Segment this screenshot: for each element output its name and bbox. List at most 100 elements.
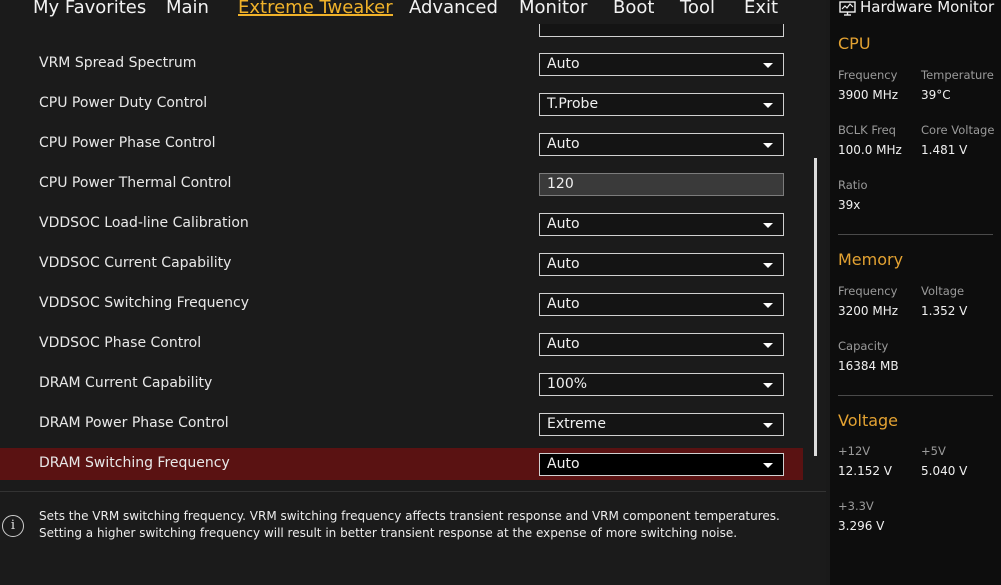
hardware-monitor-panel: Hardware Monitor CPU Frequency Temperatu… — [830, 0, 1001, 585]
v33-value: 3.296 V — [838, 519, 885, 533]
tab-tool[interactable]: Tool — [680, 0, 715, 18]
ratio-value: 39x — [838, 198, 861, 212]
setting-value: 120 — [547, 176, 574, 192]
chevron-down-icon — [763, 383, 773, 388]
setting-dropdown[interactable]: Auto — [539, 453, 784, 476]
tab-advanced[interactable]: Advanced — [409, 0, 498, 18]
setting-dropdown[interactable]: Auto — [539, 293, 784, 316]
settings-row[interactable]: CPU Power Thermal Control 120 — [0, 168, 803, 200]
settings-row[interactable]: VDDSOC Phase Control Auto — [0, 328, 803, 360]
setting-value: Auto — [547, 456, 580, 472]
tab-my-favorites[interactable]: My Favorites — [33, 0, 146, 18]
chevron-down-icon — [763, 103, 773, 108]
memory-frequency-label: Frequency — [838, 284, 898, 298]
scrollbar[interactable] — [814, 158, 817, 456]
ratio-label: Ratio — [838, 178, 868, 192]
chevron-down-icon — [763, 223, 773, 228]
core-voltage-label: Core Voltage — [921, 123, 995, 137]
settings-row-partial[interactable] — [0, 24, 803, 41]
monitor-icon — [839, 1, 856, 16]
setting-value: Auto — [547, 136, 580, 152]
memory-voltage-label: Voltage — [921, 284, 965, 298]
cpu-heading: CPU — [838, 34, 871, 53]
memory-capacity-label: Capacity — [838, 339, 889, 353]
chevron-down-icon — [763, 303, 773, 308]
setting-label: DRAM Power Phase Control — [39, 415, 229, 431]
settings-row[interactable]: DRAM Current Capability 100% — [0, 368, 803, 400]
bclk-label: BCLK Freq — [838, 123, 896, 137]
cpu-frequency-value: 3900 MHz — [838, 88, 899, 102]
info-icon: i — [2, 515, 24, 537]
setting-value: Auto — [547, 256, 580, 272]
memory-voltage-value: 1.352 V — [921, 304, 968, 318]
chevron-down-icon — [763, 463, 773, 468]
settings-row[interactable]: VRM Spread Spectrum Auto — [0, 48, 803, 80]
tab-main[interactable]: Main — [166, 0, 209, 18]
setting-value: 100% — [547, 376, 588, 392]
setting-dropdown[interactable]: Auto — [539, 253, 784, 276]
settings-list: VRM Spread Spectrum Auto CPU Power Duty … — [0, 24, 812, 486]
setting-input[interactable]: 120 — [539, 173, 784, 196]
setting-dropdown[interactable]: Auto — [539, 133, 784, 156]
setting-dropdown[interactable]: Auto — [539, 333, 784, 356]
core-voltage-value: 1.481 V — [921, 143, 968, 157]
v12-value: 12.152 V — [838, 464, 893, 478]
settings-row[interactable]: VDDSOC Switching Frequency Auto — [0, 288, 803, 320]
cpu-frequency-label: Frequency — [838, 68, 898, 82]
setting-label: CPU Power Duty Control — [39, 95, 208, 111]
settings-row[interactable]: DRAM Power Phase Control Extreme — [0, 408, 803, 440]
setting-value: Auto — [547, 56, 580, 72]
cpu-temperature-label: Temperature — [921, 68, 994, 82]
setting-label: CPU Power Phase Control — [39, 135, 216, 151]
setting-dropdown-partial[interactable] — [539, 24, 784, 37]
help-text: Sets the VRM switching frequency. VRM sw… — [39, 509, 780, 540]
memory-heading: Memory — [838, 250, 904, 269]
v5-label: +5V — [921, 444, 946, 458]
memory-frequency-value: 3200 MHz — [838, 304, 899, 318]
settings-row[interactable]: VDDSOC Load-line Calibration Auto — [0, 208, 803, 240]
bclk-value: 100.0 MHz — [838, 143, 902, 157]
settings-row[interactable]: VDDSOC Current Capability Auto — [0, 248, 803, 280]
chevron-down-icon — [763, 343, 773, 348]
voltage-heading: Voltage — [838, 411, 899, 430]
chevron-down-icon — [763, 143, 773, 148]
setting-label: DRAM Current Capability — [39, 375, 213, 391]
setting-value: Auto — [547, 296, 580, 312]
bios-main-panel: My Favorites Main Extreme Tweaker Advanc… — [0, 0, 826, 585]
menu-bar: My Favorites Main Extreme Tweaker Advanc… — [0, 0, 826, 24]
setting-label: VDDSOC Switching Frequency — [39, 295, 249, 311]
setting-value: Extreme — [547, 416, 606, 432]
section-divider — [838, 395, 993, 396]
cpu-temperature-value: 39°C — [921, 88, 951, 102]
setting-label: VRM Spread Spectrum — [39, 55, 197, 71]
chevron-down-icon — [763, 263, 773, 268]
memory-capacity-value: 16384 MB — [838, 359, 899, 373]
setting-label: VDDSOC Current Capability — [39, 255, 232, 271]
v5-value: 5.040 V — [921, 464, 968, 478]
settings-row[interactable]: CPU Power Phase Control Auto — [0, 128, 803, 160]
setting-dropdown[interactable]: T.Probe — [539, 93, 784, 116]
v12-label: +12V — [838, 444, 871, 458]
tab-monitor[interactable]: Monitor — [519, 0, 587, 18]
chevron-down-icon — [763, 63, 773, 68]
tab-exit[interactable]: Exit — [744, 0, 778, 18]
setting-value: Auto — [547, 216, 580, 232]
setting-dropdown[interactable]: Auto — [539, 213, 784, 236]
section-divider — [838, 234, 993, 235]
setting-dropdown[interactable]: 100% — [539, 373, 784, 396]
settings-row[interactable]: CPU Power Duty Control T.Probe — [0, 88, 803, 120]
setting-value: T.Probe — [547, 96, 599, 112]
setting-value: Auto — [547, 336, 580, 352]
tab-boot[interactable]: Boot — [613, 0, 654, 18]
setting-label: CPU Power Thermal Control — [39, 175, 232, 191]
setting-dropdown[interactable]: Auto — [539, 53, 784, 76]
chevron-down-icon — [763, 423, 773, 428]
setting-dropdown[interactable]: Extreme — [539, 413, 784, 436]
setting-label: VDDSOC Load-line Calibration — [39, 215, 249, 231]
setting-label: VDDSOC Phase Control — [39, 335, 202, 351]
setting-label: DRAM Switching Frequency — [39, 455, 230, 471]
tab-extreme-tweaker[interactable]: Extreme Tweaker — [238, 0, 393, 18]
v33-label: +3.3V — [838, 499, 874, 513]
hardware-monitor-title: Hardware Monitor — [860, 0, 995, 16]
settings-row-selected[interactable]: DRAM Switching Frequency Auto — [0, 448, 803, 480]
